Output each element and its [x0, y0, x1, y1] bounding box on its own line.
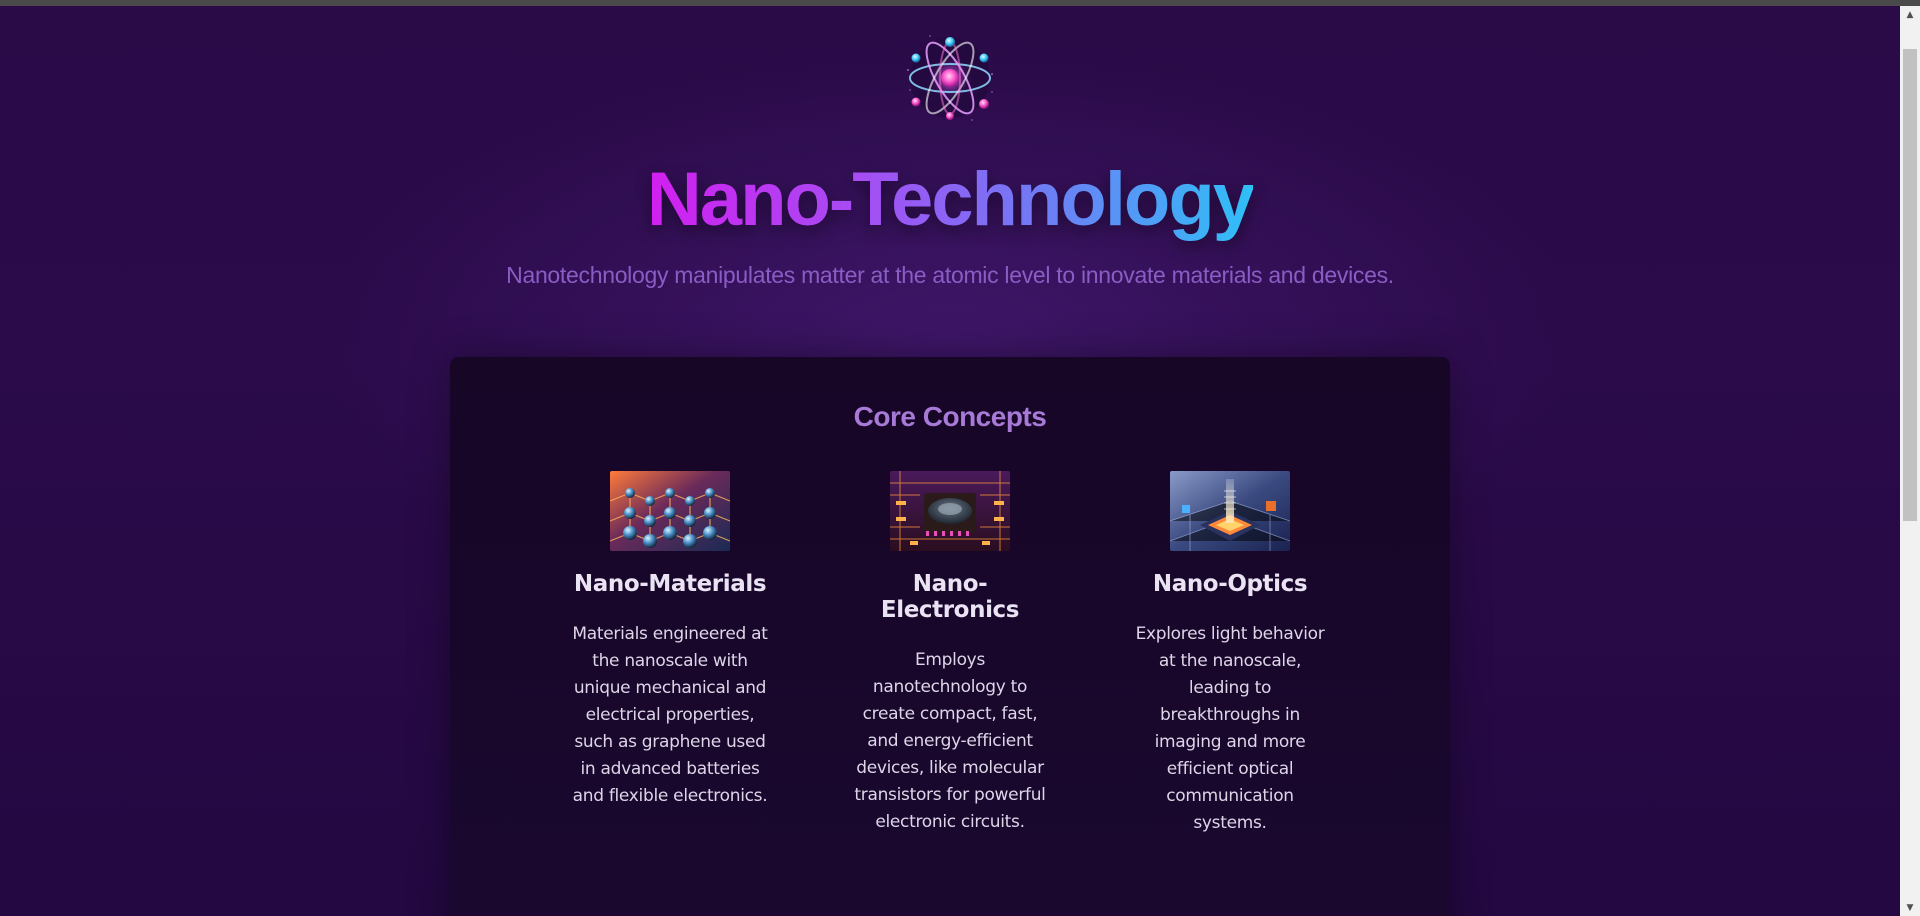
page-subtitle: Nanotechnology manipulates matter at the… — [506, 262, 1394, 288]
concept-title: Nano-Optics — [1152, 571, 1308, 597]
concept-nano-materials: Nano-Materials Materials engineered at t… — [565, 471, 775, 810]
concept-description: Materials engineered at the nanoscale wi… — [572, 624, 768, 806]
nano-optics-image — [1170, 471, 1290, 551]
concept-nano-optics: Nano-Optics Explores light behavior at t… — [1125, 471, 1335, 837]
arrow-up-icon[interactable]: ▲ — [1900, 6, 1920, 23]
core-concepts-card: Core Concepts Nano-Materials Materials e… — [450, 357, 1450, 916]
core-concepts-title: Core Concepts — [853, 401, 1047, 432]
scrollbar-thumb[interactable] — [1903, 49, 1917, 521]
page: Nano-Technology Nanotechnology manipulat… — [0, 6, 1900, 916]
vertical-scrollbar[interactable]: ▲ ▼ — [1900, 6, 1920, 916]
concept-description: Employs nanotechnology to create compact… — [854, 650, 1046, 832]
arrow-down-icon[interactable]: ▼ — [1900, 899, 1920, 916]
concept-title: Nano-Electronics — [880, 571, 1020, 623]
atom-logo-icon — [900, 30, 1000, 126]
concept-nano-electronics: Nano-Electronics Employs nanotechnology … — [845, 471, 1055, 836]
concept-title: Nano-Materials — [573, 571, 767, 597]
nano-materials-image — [610, 471, 730, 551]
page-title: Nano-Technology — [646, 157, 1255, 242]
concept-description: Explores light behavior at the nanoscale… — [1135, 624, 1325, 833]
nano-electronics-image — [890, 471, 1010, 551]
